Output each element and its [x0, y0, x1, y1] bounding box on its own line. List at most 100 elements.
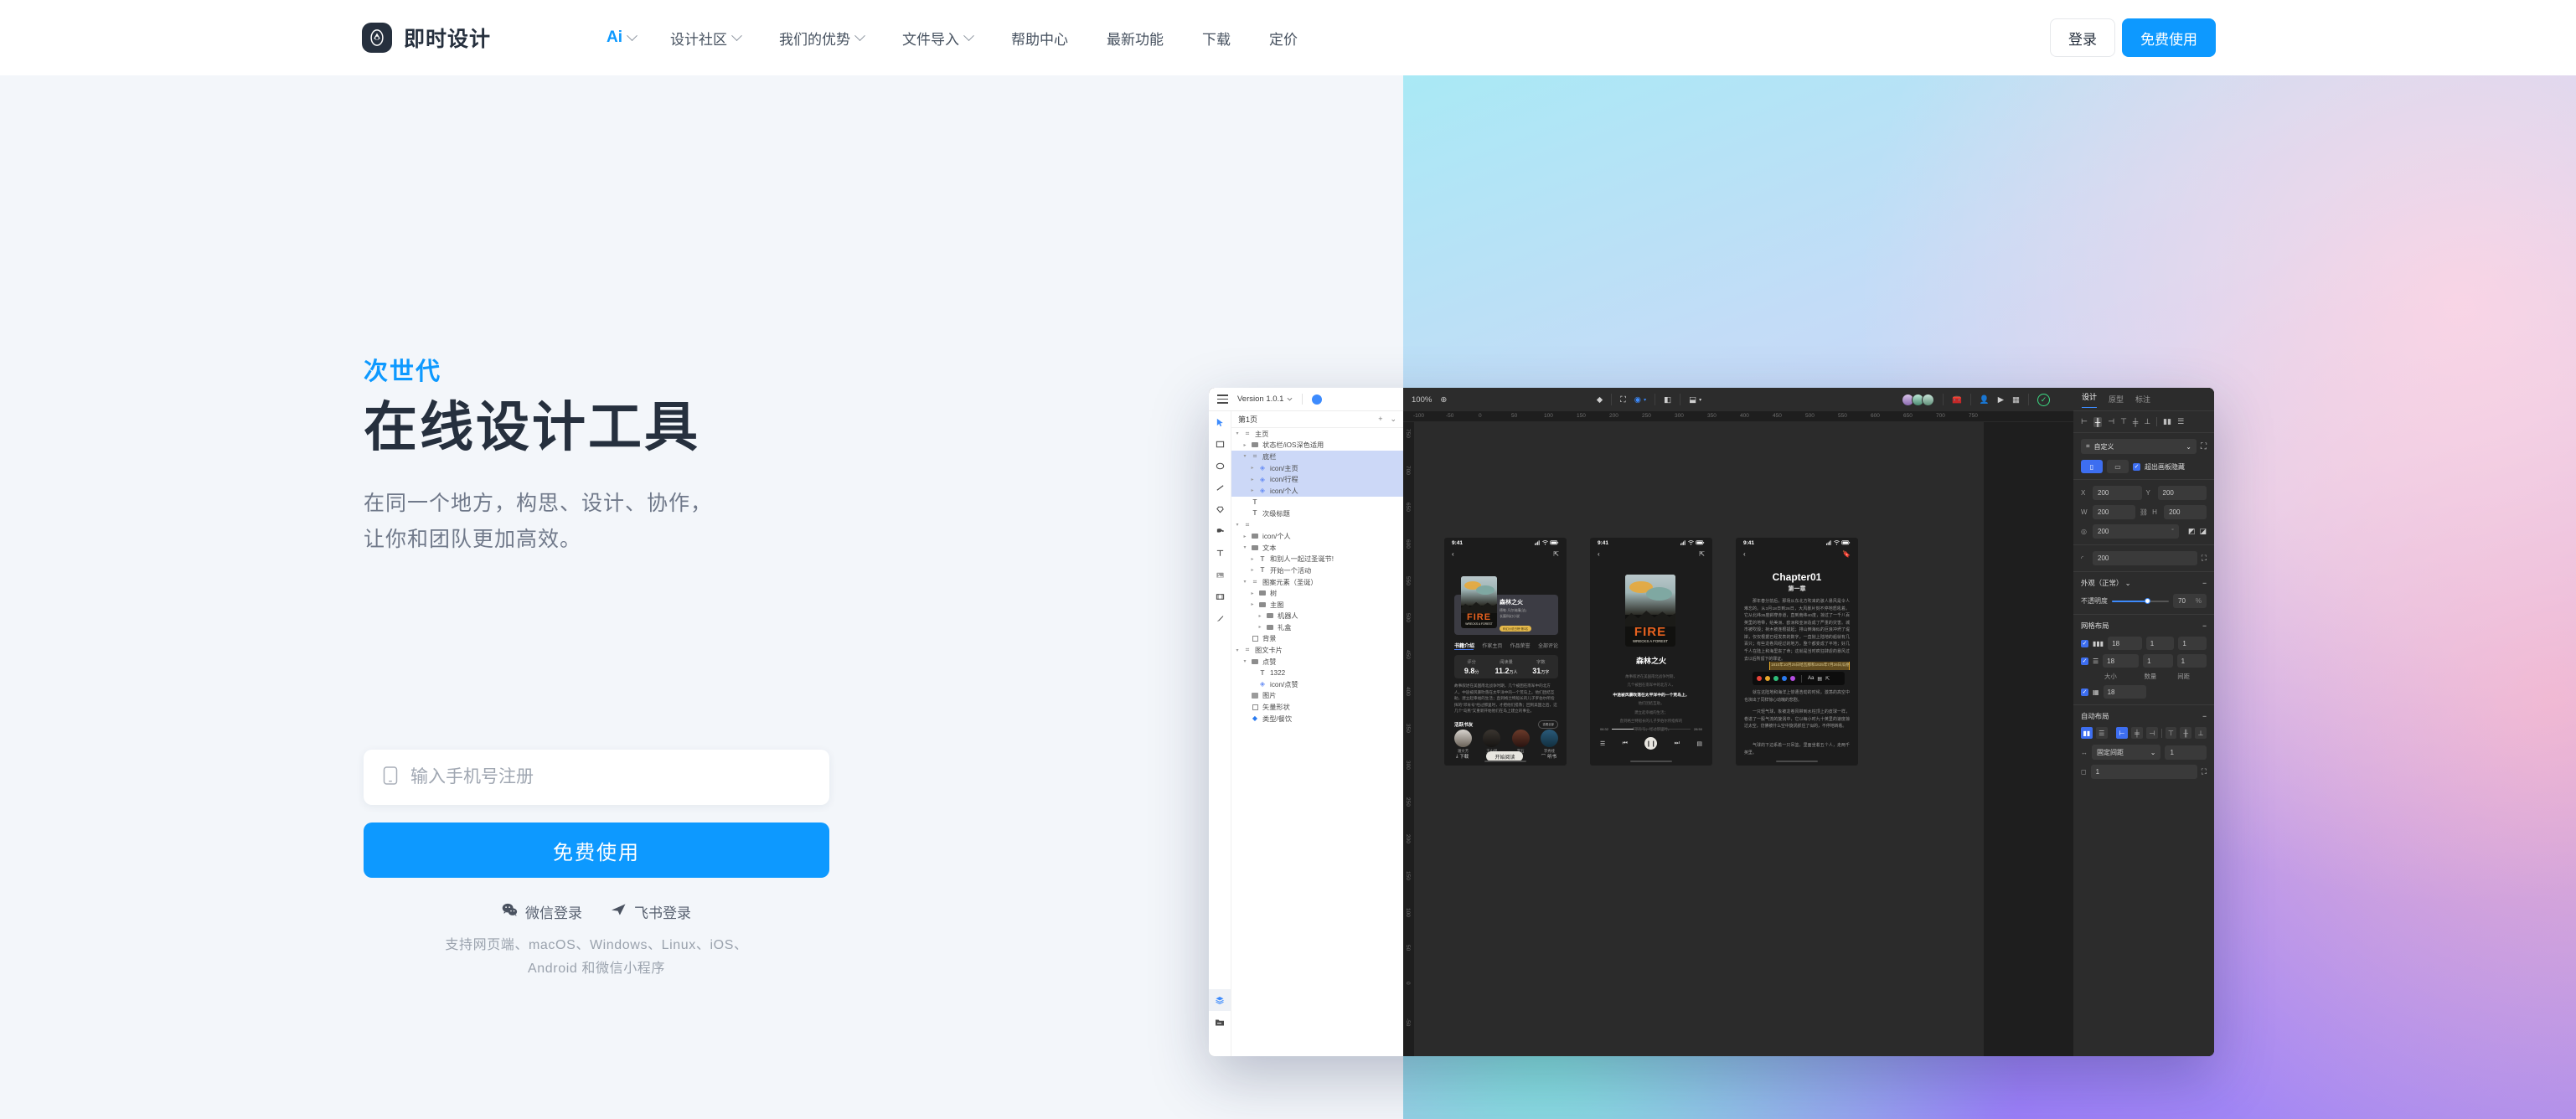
version-selector[interactable]: Version 1.0.1	[1237, 394, 1293, 404]
layer-item[interactable]: 矢量形状	[1231, 701, 1403, 713]
friend-item[interactable]: 李石	[1511, 730, 1530, 754]
expand-arrow-icon[interactable]: ▾	[1235, 522, 1240, 528]
distribute-h-icon[interactable]: ▮▮	[2163, 417, 2171, 426]
grid-size[interactable]: 18	[2103, 685, 2147, 699]
align-top2-icon[interactable]: ⊤	[2165, 727, 2177, 739]
chevron-left-icon[interactable]: ‹	[1452, 550, 1454, 558]
opacity-input[interactable]: 70 %	[2173, 594, 2207, 608]
grid-rows-size[interactable]: 18	[2103, 654, 2140, 668]
grid-rows-count[interactable]: 1	[2143, 654, 2173, 668]
layer-item[interactable]: ▸ 机器人	[1231, 611, 1403, 622]
grid-rows-gutter[interactable]: 1	[2176, 654, 2207, 668]
flip-horizontal-icon[interactable]: ◩	[2188, 527, 2196, 536]
free-trial-button[interactable]: 免费使用	[2122, 18, 2216, 57]
friend-item[interactable]: 李秀娅	[1540, 730, 1558, 754]
color-swatch-blue[interactable]	[1782, 676, 1787, 681]
grid-rows-checkbox[interactable]: ✓	[2081, 657, 2088, 665]
grid-icon[interactable]: ▦	[2093, 688, 2099, 696]
nav-item-community[interactable]: 设计社区	[651, 28, 760, 49]
layer-item[interactable]: ▸ T 开始一个活动	[1231, 565, 1403, 576]
y-input[interactable]: 200	[2157, 486, 2207, 500]
layer-item[interactable]: ▸ 礼盒	[1231, 621, 1403, 633]
highlight-toolbar-popup[interactable]: Aa ▤ ⇱	[1753, 672, 1845, 685]
layer-item[interactable]: ▾ ⌗ 主页	[1231, 428, 1403, 440]
align-center-h-icon[interactable]: ╫	[2093, 416, 2103, 427]
frame-tool[interactable]	[1209, 585, 1231, 607]
tab-comments[interactable]: 全部评论	[1538, 642, 1558, 649]
tab-awards[interactable]: 作品荣誉	[1510, 642, 1531, 649]
minus-icon[interactable]: −	[2202, 712, 2207, 720]
nav-item-features[interactable]: 最新功能	[1087, 28, 1183, 49]
listen-action[interactable]: ⌒ 听书	[1541, 753, 1556, 760]
image-tool[interactable]	[1209, 564, 1231, 585]
layer-item[interactable]: ◆ 类型/餐饮	[1231, 713, 1403, 725]
rotation-input[interactable]: 200 °	[2093, 524, 2179, 539]
play-present-icon[interactable]: ▶	[1998, 395, 2004, 405]
expand-arrow-icon[interactable]: ▾	[1235, 647, 1240, 653]
expand-arrow-icon[interactable]: ▸	[1250, 487, 1255, 493]
padding-detail-icon[interactable]: ⛶	[2202, 767, 2207, 776]
layer-item[interactable]: ▾ ⌗ 底栏	[1231, 451, 1403, 462]
align-bot2-icon[interactable]: ⊥	[2195, 727, 2207, 739]
expand-arrow-icon[interactable]: ▾	[1242, 453, 1247, 459]
bookmark-icon[interactable]: 🔖	[1842, 550, 1851, 558]
chevron-left-icon[interactable]: ‹	[1598, 550, 1600, 558]
layer-item[interactable]: ▾ ⌗	[1231, 519, 1403, 531]
text-tool[interactable]	[1209, 542, 1231, 564]
share-icon[interactable]: ⇱	[1699, 550, 1705, 558]
grid-columns-gutter[interactable]: 1	[2178, 637, 2207, 650]
expand-arrow-icon[interactable]: ▸	[1250, 465, 1255, 471]
tab-annotation[interactable]: 标注	[2135, 394, 2150, 405]
clip-content-checkbox[interactable]: ✓	[2133, 462, 2140, 471]
layout-horizontal-icon[interactable]: ▮▮	[2081, 727, 2093, 739]
zoom-level[interactable]: 100%	[1412, 395, 1432, 405]
boolean-icon[interactable]: ◧	[1664, 395, 1671, 405]
align-bottom-icon[interactable]: ⊥	[2144, 417, 2150, 426]
spacing-mode-select[interactable]: 固定间距 ⌄	[2092, 745, 2161, 760]
layer-item[interactable]: ▸ 主图	[1231, 599, 1403, 611]
nav-item-import[interactable]: 文件导入	[883, 28, 992, 49]
expand-arrow-icon[interactable]: ▸	[1250, 477, 1255, 482]
tab-intro[interactable]: 书籍介绍	[1454, 642, 1474, 649]
layer-item[interactable]: ▸ 状态栏/iOS深色适用	[1231, 440, 1403, 451]
nav-item-pricing[interactable]: 定价	[1250, 28, 1317, 49]
layer-item[interactable]: ▸ icon/个人	[1231, 530, 1403, 542]
align-top-icon[interactable]: ⊤	[2120, 417, 2127, 426]
expand-arrow-icon[interactable]: ▾	[1235, 431, 1240, 436]
corner-radius-input[interactable]: 200	[2093, 551, 2197, 565]
rows-icon[interactable]: ☰	[2093, 657, 2098, 665]
expand-arrow-icon[interactable]: ▸	[1250, 567, 1255, 573]
phone-input[interactable]	[410, 767, 811, 787]
expand-arrow-icon[interactable]: ▾	[1242, 658, 1247, 664]
user-avatar-icon[interactable]	[1312, 394, 1323, 405]
align-middle-v-icon[interactable]: ╪	[2133, 418, 2138, 426]
layer-item[interactable]: 图片	[1231, 690, 1403, 702]
align-left-icon[interactable]: ⊢	[2081, 417, 2088, 426]
align-right-icon[interactable]: ⊣	[2108, 417, 2114, 426]
link-ratio-icon[interactable]: ⛓	[2140, 508, 2148, 516]
login-button[interactable]: 登录	[2050, 18, 2115, 57]
font-size-icon[interactable]: Aa	[1808, 676, 1814, 681]
tab-prototype[interactable]: 原型	[2109, 394, 2124, 405]
playlist-icon[interactable]: ☰	[1600, 740, 1605, 747]
chevron-down-icon[interactable]: ⌄	[2125, 579, 2131, 587]
flatten-icon[interactable]: ⬓ ▾	[1689, 395, 1701, 405]
friends-more-button[interactable]: 查看全部	[1538, 720, 1558, 729]
color-swatch-green[interactable]	[1773, 676, 1778, 681]
color-swatch-orange[interactable]	[1765, 676, 1770, 681]
layer-item[interactable]: 背景	[1231, 633, 1403, 645]
minus-icon[interactable]: −	[2202, 621, 2207, 630]
align-start-icon[interactable]: ⊢	[2116, 727, 2129, 739]
align-center-icon[interactable]: ╪	[2131, 727, 2143, 739]
expand-arrow-icon[interactable]: ▸	[1242, 442, 1247, 448]
share-icon[interactable]: ⇱	[1553, 550, 1559, 558]
expand-arrow-icon[interactable]: ▾	[1242, 544, 1247, 550]
expand-arrow-icon[interactable]: ▾	[1242, 579, 1247, 585]
artboard-book-detail[interactable]: 9:41 ‹ ⇱ FIRE WRECKS A FOREST 森林之火 德勒·凡尔…	[1444, 538, 1567, 766]
distribute-v-icon[interactable]: ☰	[2177, 417, 2184, 426]
constraint-select[interactable]: ⌗ 自定义 ⌄	[2081, 439, 2197, 454]
hamburger-icon[interactable]	[1217, 394, 1228, 404]
prev-icon[interactable]: ⏮	[1623, 740, 1628, 747]
grid-checkbox[interactable]: ✓	[2081, 688, 2088, 696]
expand-arrow-icon[interactable]: ▸	[1250, 601, 1255, 607]
